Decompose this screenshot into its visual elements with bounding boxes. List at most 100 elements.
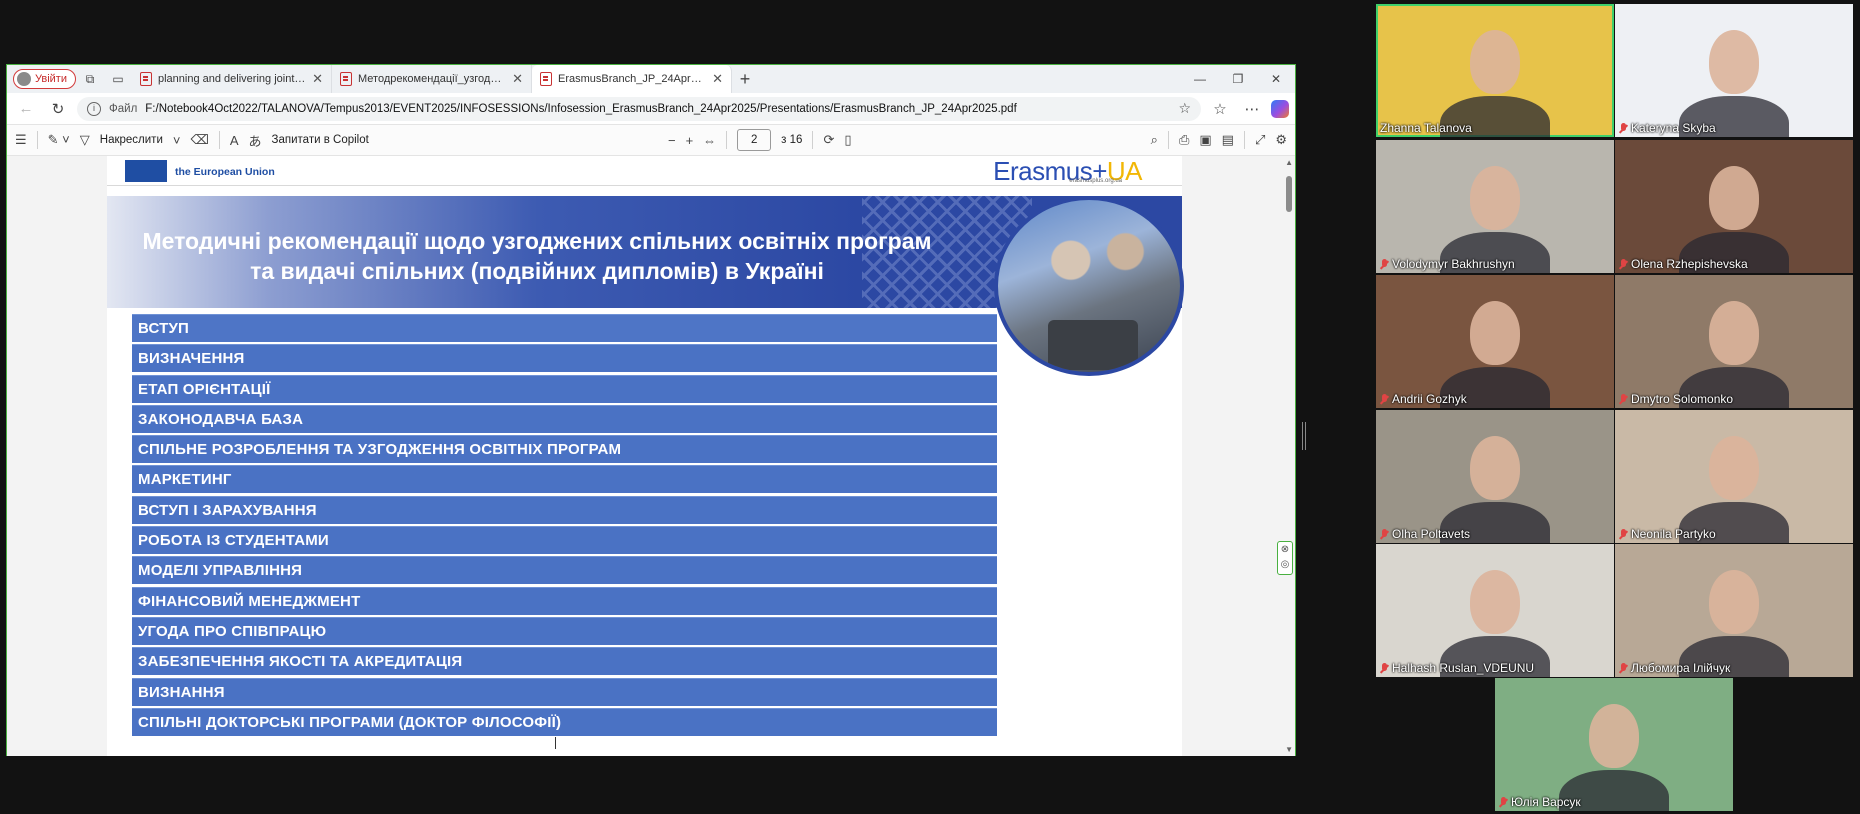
profile-avatar-icon <box>17 72 31 86</box>
participant-tile[interactable]: Kateryna Skyba <box>1615 4 1853 137</box>
translate-icon[interactable]: あ <box>249 131 262 150</box>
close-icon[interactable]: ✕ <box>712 71 723 87</box>
participant-name-label: Halhash Ruslan_VDEUNU <box>1380 661 1534 675</box>
participant-tile[interactable]: Dmytro Solomonko <box>1615 275 1853 408</box>
more-options-icon[interactable]: ⋯ <box>1239 100 1265 118</box>
pdf-file-icon <box>340 72 352 86</box>
address-bar[interactable]: i Файл F:/Notebook4Oct2022/TALANOVA/Temp… <box>77 96 1201 121</box>
toc-item: ЕТАП ОРІЄНТАЦІЇ <box>132 374 997 403</box>
favorites-icon[interactable]: ☆ <box>1207 100 1233 118</box>
restore-icon[interactable]: ❐ <box>1219 72 1257 86</box>
close-icon[interactable]: ✕ <box>312 71 323 87</box>
refresh-icon[interactable]: ↻ <box>45 100 71 118</box>
tab-strip: Увійти ⧉ ▭ planning and delivering joint… <box>7 65 1295 93</box>
toc-item: СПІЛЬНЕ РОЗРОБЛЕННЯ ТА УЗГОДЖЕННЯ ОСВІТН… <box>132 435 997 464</box>
participant-tile[interactable]: Olha Poltavets <box>1376 410 1614 543</box>
slide-title: Методичні рекомендації щодо узгоджених с… <box>107 226 967 286</box>
eu-text: the European Union <box>175 166 275 178</box>
pdf-file-icon <box>540 72 552 86</box>
participant-tile[interactable]: Halhash Ruslan_VDEUNU <box>1376 544 1614 677</box>
participant-name: Halhash Ruslan_VDEUNU <box>1392 661 1535 675</box>
save-icon[interactable]: ▣ <box>1199 132 1211 148</box>
participant-tile[interactable]: Olena Rzhepishevska <box>1615 140 1853 273</box>
minimize-icon[interactable]: — <box>1181 72 1219 86</box>
participant-tile[interactable]: Zhanna Talanova <box>1376 4 1614 137</box>
close-icon[interactable]: ⊗ <box>1278 542 1292 557</box>
participant-tile[interactable]: Юлія Варсук <box>1495 678 1733 811</box>
tab-planning[interactable]: planning and delivering jointness ✕ <box>132 65 332 93</box>
new-tab-button[interactable]: + <box>732 69 758 90</box>
participant-name: Olena Rzhepishevska <box>1631 257 1748 271</box>
search-icon[interactable]: ⌕ <box>1151 132 1158 148</box>
muted-mic-icon <box>1380 258 1389 270</box>
muted-mic-icon <box>1619 662 1628 674</box>
fullscreen-icon[interactable]: ⤢ <box>1255 132 1265 148</box>
participant-tile[interactable]: Neonila Partyko <box>1615 410 1853 543</box>
highlight-icon[interactable]: ✎ ˅ <box>48 132 70 148</box>
favorite-star-icon[interactable]: ☆ <box>1178 100 1191 117</box>
copilot-side-icon[interactable]: ◎ <box>1278 557 1292 572</box>
logo-url: erasmusplus.org.ua <box>1069 178 1122 184</box>
copilot-icon[interactable] <box>1271 99 1289 118</box>
eraser-icon[interactable]: ⌫ <box>190 132 208 148</box>
zoom-in-icon[interactable]: + <box>686 133 694 148</box>
tab-actions-icon[interactable]: ▭ <box>104 68 132 90</box>
muted-mic-icon <box>1619 258 1628 270</box>
muted-mic-icon <box>1499 796 1508 808</box>
scroll-up-icon[interactable]: ▲ <box>1285 158 1293 167</box>
settings-gear-icon[interactable]: ⚙ <box>1275 132 1287 148</box>
info-icon[interactable]: i <box>87 101 101 116</box>
desktop-screen: Увійти ⧉ ▭ planning and delivering joint… <box>0 0 1860 814</box>
close-window-icon[interactable]: ✕ <box>1257 72 1295 86</box>
participant-name-label: Neonila Partyko <box>1619 527 1716 541</box>
tab-metodrekomendatsii[interactable]: Методрекомендації_узгоджені_ ✕ <box>332 65 532 93</box>
participant-tile[interactable]: Любомира Ілійчук <box>1615 544 1853 677</box>
muted-mic-icon <box>1619 122 1628 134</box>
page-view-icon[interactable]: ▯ <box>844 132 851 148</box>
back-icon[interactable]: ← <box>13 100 39 117</box>
students-photo <box>994 196 1184 376</box>
participant-name: Любомира Ілійчук <box>1631 661 1731 675</box>
participant-tile[interactable]: Andrii Gozhyk <box>1376 275 1614 408</box>
participant-name-label: Zhanna Talanova <box>1380 121 1472 135</box>
tab-title: ErasmusBranch_JP_24Apr2025.pdf <box>558 73 706 85</box>
rotate-icon[interactable]: ⟳ <box>823 132 834 148</box>
participant-name-label: Andrii Gozhyk <box>1380 392 1467 406</box>
profile-button[interactable]: Увійти <box>13 69 76 89</box>
toc-item: МОДЕЛІ УПРАВЛІННЯ <box>132 556 997 585</box>
participant-name: Neonila Partyko <box>1631 527 1716 541</box>
page-number-input[interactable]: 2 <box>737 129 772 151</box>
table-of-contents: ВСТУП ВИЗНАЧЕННЯ ЕТАП ОРІЄНТАЦІЇ ЗАКОНОДАВЧ… <box>132 314 997 738</box>
participant-tile[interactable]: Volodymyr Bakhrushyn <box>1376 140 1614 273</box>
scroll-down-icon[interactable]: ▼ <box>1285 745 1293 754</box>
fit-page-icon[interactable]: ⇔ <box>703 133 716 148</box>
slide-header: the European Union Erasmus+UA erasmusplu… <box>107 156 1182 186</box>
url-text[interactable]: F:/Notebook4Oct2022/TALANOVA/Tempus2013/… <box>145 103 1170 115</box>
participant-name: Olha Poltavets <box>1392 527 1471 541</box>
workspaces-icon[interactable]: ⧉ <box>76 68 104 90</box>
window-controls: — ❐ ✕ <box>1181 72 1295 86</box>
print-icon[interactable]: ⎙ <box>1179 132 1189 148</box>
muted-mic-icon <box>1380 528 1389 540</box>
chevron-down-icon[interactable]: ˅ <box>173 133 181 148</box>
copilot-ask-button[interactable]: Запитати в Copilot <box>272 134 369 146</box>
pdf-viewer[interactable]: the European Union Erasmus+UA erasmusplu… <box>7 156 1295 756</box>
save-as-icon[interactable]: ▤ <box>1222 132 1234 148</box>
scroll-thumb[interactable] <box>1286 176 1292 212</box>
toc-item: СПІЛЬНІ ДОКТОРСЬКІ ПРОГРАМИ (ДОКТОР ФІЛО… <box>132 707 997 736</box>
read-aloud-icon[interactable]: A <box>230 133 239 148</box>
panel-resize-handle[interactable] <box>1302 422 1306 450</box>
tab-erasmusbranch[interactable]: ErasmusBranch_JP_24Apr2025.pdf ✕ <box>532 65 732 93</box>
muted-mic-icon <box>1380 393 1389 405</box>
draw-label[interactable]: Накреслити <box>100 134 163 146</box>
close-icon[interactable]: ✕ <box>512 71 523 87</box>
participant-name: Dmytro Solomonko <box>1631 392 1734 406</box>
draw-icon[interactable]: ▽ <box>80 132 90 148</box>
vertical-scrollbar[interactable]: ▲ ▼ <box>1281 156 1295 756</box>
url-scheme: Файл <box>109 102 138 115</box>
zoom-out-icon[interactable]: − <box>668 133 676 148</box>
floating-side-panel[interactable]: ⊗ ◎ <box>1277 541 1293 575</box>
contents-icon[interactable]: ☰ <box>15 132 27 148</box>
participant-name: Юлія Варсук <box>1511 795 1581 809</box>
slide-title-line1: Методичні рекомендації щодо узгоджених с… <box>142 228 932 254</box>
